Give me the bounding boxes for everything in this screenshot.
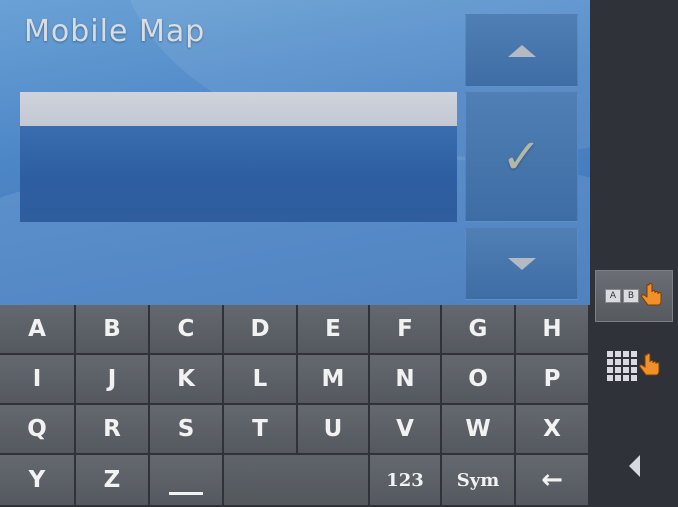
key-e[interactable]: E: [298, 305, 370, 355]
key-q[interactable]: Q: [0, 405, 76, 455]
key-p[interactable]: P: [516, 355, 590, 405]
key-r[interactable]: R: [76, 405, 150, 455]
mode-rail: AB: [590, 0, 678, 507]
on-screen-keyboard: A B C D E F G H I J K L M N O P Q R S T …: [0, 305, 590, 507]
numbers-key[interactable]: 123: [370, 455, 442, 507]
key-f[interactable]: F: [370, 305, 442, 355]
symbols-key[interactable]: Sym: [442, 455, 516, 507]
app-title: Mobile Map: [24, 14, 206, 49]
key-x[interactable]: X: [516, 405, 590, 455]
key-y[interactable]: Y: [0, 455, 76, 507]
grid-keyboard-icon: [607, 351, 637, 381]
hand-pointer-icon: [641, 283, 662, 306]
space-bar-icon: [169, 491, 203, 495]
back-button[interactable]: [595, 440, 673, 492]
scroll-up-button[interactable]: [465, 14, 578, 87]
triangle-down-icon: [507, 258, 536, 270]
key-j[interactable]: J: [76, 355, 150, 405]
key-i[interactable]: I: [0, 355, 76, 405]
triangle-up-icon: [507, 44, 536, 57]
main-panel: Mobile Map ✓ A B C D E F G H I J K L M N…: [0, 0, 590, 507]
key-z[interactable]: Z: [76, 455, 150, 507]
key-a[interactable]: A: [0, 305, 76, 355]
display-area: Mobile Map ✓: [0, 0, 590, 305]
key-n[interactable]: N: [370, 355, 442, 405]
ab-keyboard-icon: AB: [605, 289, 639, 303]
space-key[interactable]: [150, 455, 224, 507]
key-k[interactable]: K: [150, 355, 224, 405]
scroll-down-button[interactable]: [465, 228, 578, 300]
key-v[interactable]: V: [370, 405, 442, 455]
key-b[interactable]: B: [76, 305, 150, 355]
key-g[interactable]: G: [442, 305, 516, 355]
key-o[interactable]: O: [442, 355, 516, 405]
confirm-button[interactable]: ✓: [465, 92, 578, 222]
abc-keyboard-button[interactable]: AB: [595, 270, 673, 322]
blank-key: [224, 455, 370, 507]
key-l[interactable]: L: [224, 355, 298, 405]
backspace-key[interactable]: ←: [516, 455, 590, 507]
checkmark-icon: ✓: [501, 129, 542, 185]
key-c[interactable]: C: [150, 305, 224, 355]
triangle-left-icon: [628, 455, 640, 477]
key-w[interactable]: W: [442, 405, 516, 455]
key-s[interactable]: S: [150, 405, 224, 455]
search-input[interactable]: [20, 92, 457, 126]
result-list[interactable]: [20, 126, 457, 222]
key-m[interactable]: M: [298, 355, 370, 405]
grid-keyboard-button[interactable]: [595, 340, 673, 392]
hand-pointer-icon: [639, 353, 660, 376]
key-d[interactable]: D: [224, 305, 298, 355]
key-h[interactable]: H: [516, 305, 590, 355]
key-u[interactable]: U: [298, 405, 370, 455]
key-t[interactable]: T: [224, 405, 298, 455]
